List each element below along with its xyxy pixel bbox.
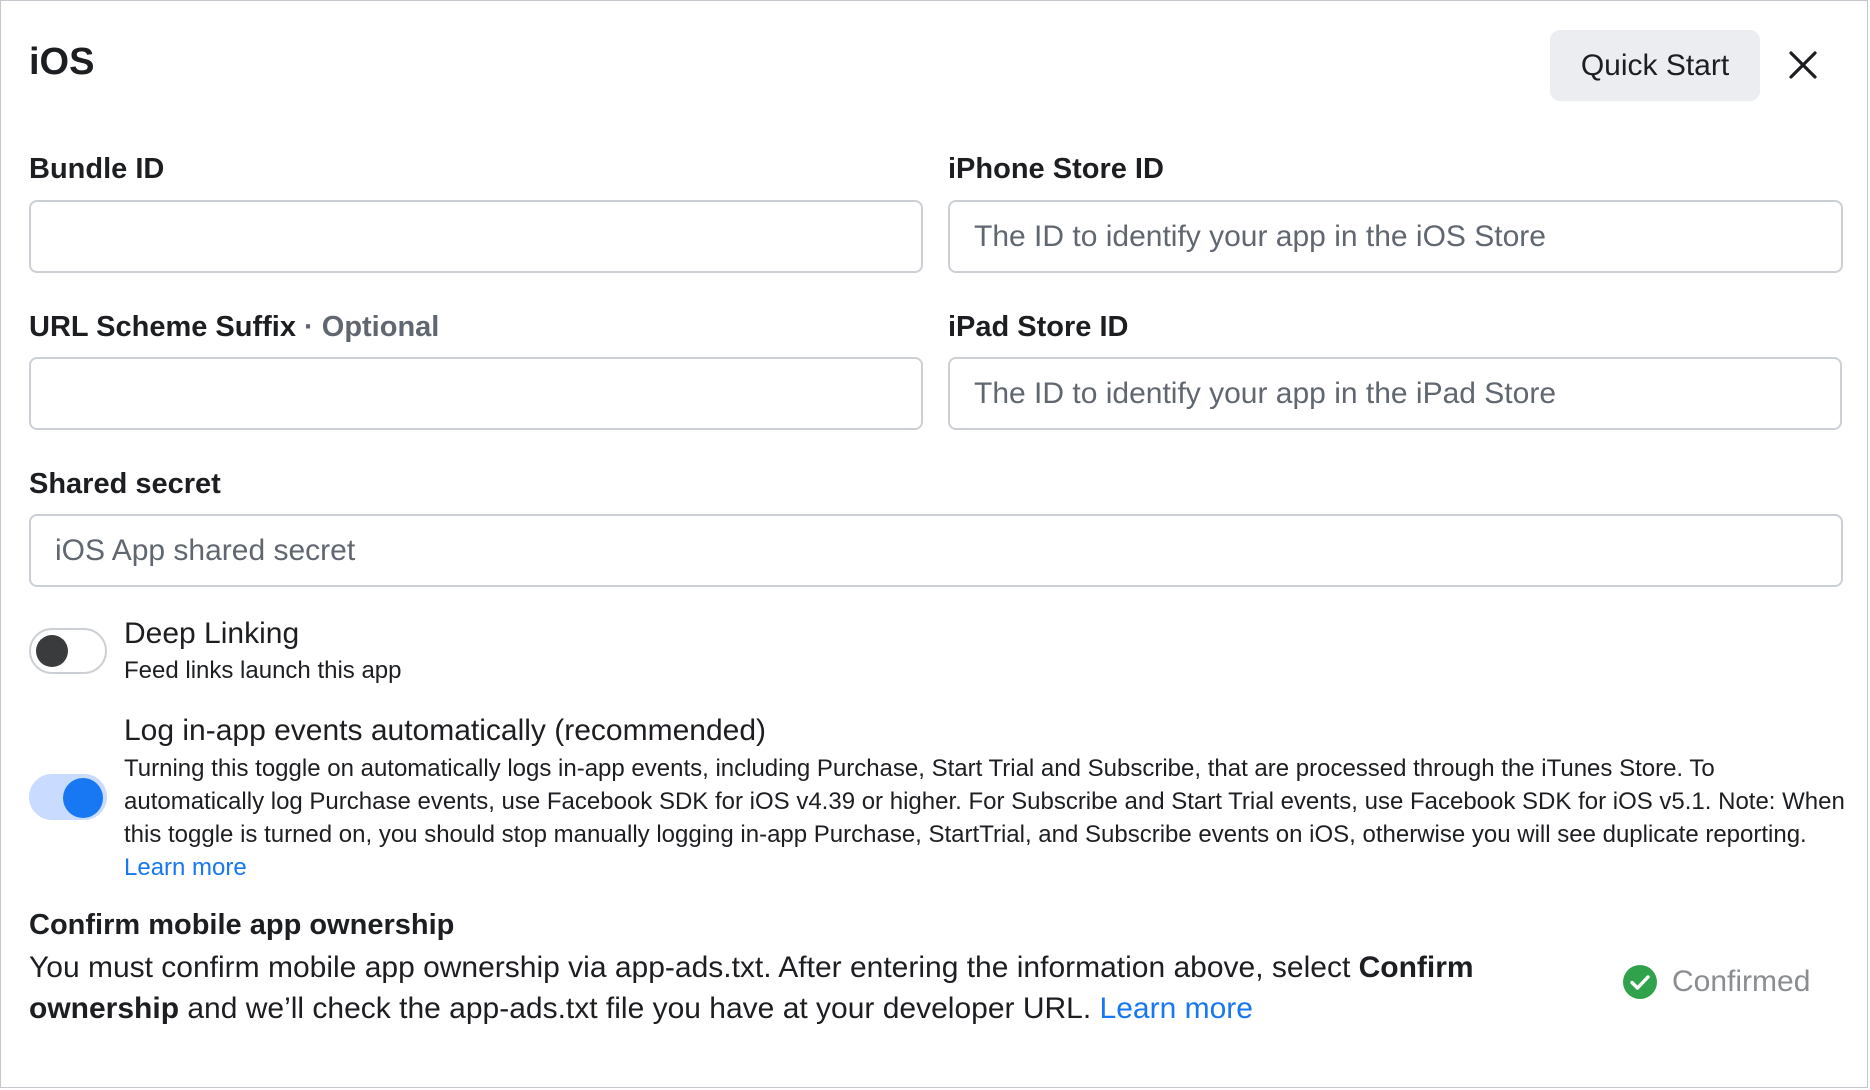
bundle-id-input[interactable] (29, 200, 923, 273)
shared-secret-label: Shared secret (29, 468, 221, 500)
shared-secret-input[interactable] (29, 514, 1843, 587)
ownership-learn-more-link[interactable]: Learn more (1100, 992, 1253, 1025)
iphone-store-id-input[interactable] (948, 200, 1843, 273)
url-scheme-suffix-label: URL Scheme Suffix · Optional (29, 311, 439, 344)
bundle-id-label: Bundle ID (29, 153, 165, 185)
log-events-toggle[interactable] (29, 774, 107, 820)
url-scheme-suffix-input[interactable] (29, 357, 923, 430)
iphone-store-id-label: iPhone Store ID (948, 153, 1164, 185)
ownership-heading: Confirm mobile app ownership (29, 909, 455, 941)
optional-tag: · Optional (295, 311, 440, 343)
check-circle-icon (1623, 965, 1657, 999)
confirmed-status: Confirmed (1622, 964, 1810, 1000)
deep-linking-description: Feed links launch this app (124, 657, 402, 684)
close-icon (1789, 51, 1817, 79)
deep-linking-toggle[interactable] (29, 628, 107, 674)
ownership-text-before: You must confirm mobile app ownership vi… (29, 951, 1359, 984)
deep-linking-title: Deep Linking (124, 617, 300, 650)
ownership-description: You must confirm mobile app ownership vi… (29, 947, 1499, 1029)
ownership-text-after: and we’ll check the app-ads.txt file you… (179, 992, 1100, 1025)
ipad-store-id-label: iPad Store ID (948, 311, 1129, 343)
toggle-knob (36, 635, 68, 667)
log-events-title: Log in-app events automatically (recomme… (124, 714, 766, 747)
close-button[interactable] (1781, 43, 1825, 87)
confirmed-status-label: Confirmed (1672, 965, 1811, 998)
ios-settings-panel: iOS Quick Start Bundle ID iPhone Store I… (0, 0, 1868, 1088)
quick-start-button[interactable]: Quick Start (1550, 30, 1760, 101)
toggle-knob (63, 778, 103, 818)
log-events-description-text: Turning this toggle on automatically log… (124, 755, 1845, 848)
panel-title: iOS (29, 41, 95, 83)
log-events-learn-more-link[interactable]: Learn more (124, 854, 247, 881)
log-events-description: Turning this toggle on automatically log… (124, 752, 1854, 884)
url-scheme-suffix-label-text: URL Scheme Suffix (29, 311, 296, 343)
ipad-store-id-input[interactable] (948, 357, 1842, 430)
